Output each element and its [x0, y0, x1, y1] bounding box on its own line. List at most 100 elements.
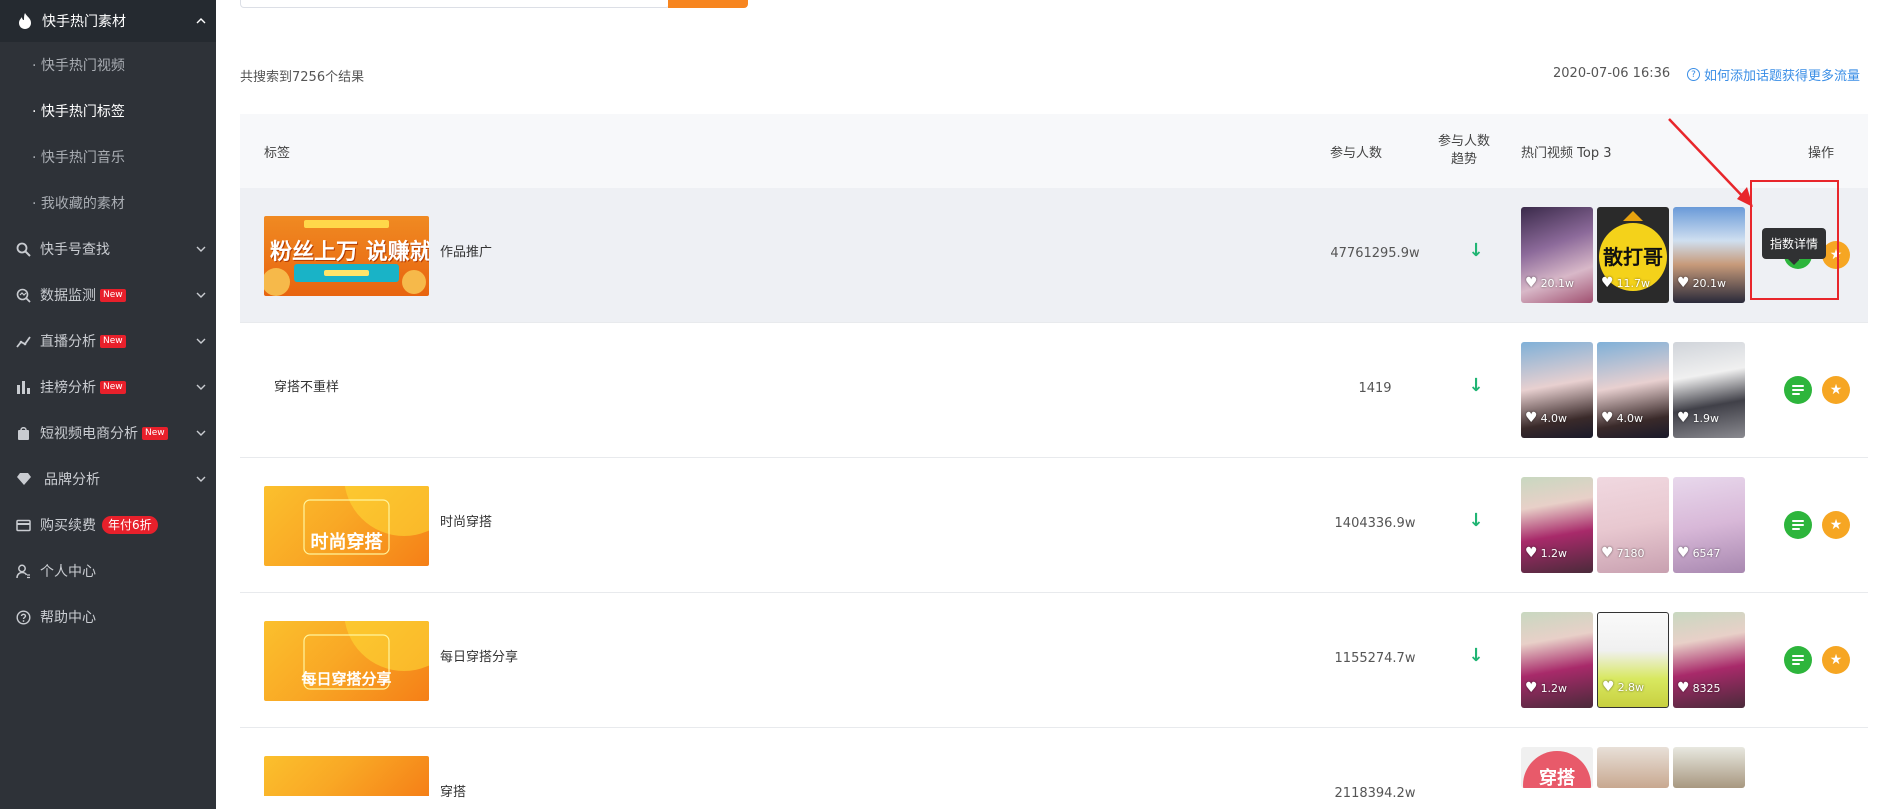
heart-icon: ♥ [1525, 545, 1538, 561]
nav-account-search[interactable]: 快手号查找 [0, 226, 216, 272]
chevron-down-icon [196, 292, 206, 298]
nav-rank-analysis[interactable]: 挂榜分析 New [0, 364, 216, 410]
video-thumbnail[interactable]: ♥ 20.1w [1521, 207, 1593, 303]
line-chart-icon [15, 333, 31, 349]
like-value: 20.1w [1540, 276, 1575, 290]
nav-help[interactable]: 帮助中心 [0, 594, 216, 640]
favorite-button[interactable]: ★ [1822, 511, 1850, 539]
video-thumbnail[interactable]: ♥ 4.0w [1521, 342, 1593, 438]
tag-cover-image [264, 756, 429, 796]
detail-button[interactable] [1784, 511, 1812, 539]
like-count: ♥ 1.9w [1677, 410, 1719, 426]
nav-live-analysis[interactable]: 直播分析 New [0, 318, 216, 364]
table-row[interactable]: 穿搭 2118394.2w 穿搭 [240, 728, 1868, 801]
cover-text: 每日穿搭分享 [301, 670, 392, 688]
heart-icon: ♥ [1525, 410, 1538, 426]
tag-cover-image: 每日穿搭分享 [264, 621, 429, 701]
top-videos: 穿搭 [1521, 747, 1745, 788]
heart-icon: ♥ [1601, 545, 1614, 561]
like-value: 8325 [1692, 681, 1721, 695]
video-title-text: 散打哥 [1603, 245, 1663, 269]
tag-name[interactable]: 时尚穿搭 [440, 511, 492, 530]
like-count: ♥ 7180 [1601, 545, 1645, 561]
table-row[interactable]: 时尚穿搭 时尚穿搭 1404336.9w ↓ ♥ 1.2w ♥ 7180 ♥ 6547 [240, 458, 1868, 593]
user-icon [15, 563, 31, 579]
bar-chart-icon [15, 379, 31, 395]
nav-data-monitor[interactable]: 数据监测 New [0, 272, 216, 318]
nav-brand-analysis[interactable]: 品牌分析 [0, 456, 216, 502]
diamond-icon [16, 471, 32, 487]
like-count: ♥ 1.2w [1525, 545, 1567, 561]
update-time: 2020-07-06 16:36 [1553, 66, 1671, 81]
sidebar: 快手热门素材 · 快手热门视频 · 快手热门标签 · 快手热门音乐 · 我收藏的… [0, 0, 216, 809]
video-thumbnail[interactable]: 穿搭 [1521, 747, 1593, 788]
heart-icon: ♥ [1677, 545, 1690, 561]
video-thumbnail[interactable]: ♥ 2.8w [1597, 612, 1669, 708]
tag-name[interactable]: 穿搭不重样 [274, 376, 339, 395]
question-icon: ? [1687, 68, 1700, 81]
video-thumbnail[interactable]: ♥ 4.0w [1597, 342, 1669, 438]
nav-sub-favorites[interactable]: · 我收藏的素材 [0, 180, 216, 226]
nav-label: 直播分析 [40, 334, 96, 350]
search-button[interactable] [668, 0, 748, 8]
nav-label: 品牌分析 [44, 472, 100, 488]
new-badge: New [100, 380, 126, 394]
table-row[interactable]: 每日穿搭分享 每日穿搭分享 1155274.7w ↓ ♥ 1.2w ♥ 2.8w ♥… [240, 593, 1868, 728]
tag-table: 标签 参与人数 参与人数 趋势 热门视频 Top 3 操作 粉丝上万 说赚就 作… [240, 114, 1868, 801]
help-link[interactable]: ? 如何添加话题获得更多流量 [1687, 65, 1860, 84]
new-badge: New [142, 426, 168, 440]
table-header: 标签 参与人数 参与人数 趋势 热门视频 Top 3 操作 [240, 114, 1868, 188]
tag-name[interactable]: 穿搭 [440, 781, 466, 800]
nav-label: 快手号查找 [40, 242, 110, 258]
video-thumbnail[interactable] [1597, 747, 1669, 788]
tag-name[interactable]: 每日穿搭分享 [440, 646, 518, 665]
nav-sub-hot-video[interactable]: · 快手热门视频 [0, 42, 216, 88]
chevron-down-icon [196, 246, 206, 252]
col-trend: 参与人数 趋势 [1438, 133, 1490, 169]
star-icon: ★ [1829, 652, 1843, 668]
like-value: 6547 [1692, 546, 1721, 560]
video-thumbnail[interactable]: ♥ 7180 [1597, 477, 1669, 573]
like-value: 1.9w [1692, 411, 1720, 425]
participants-value: 1404336.9w [1334, 516, 1416, 531]
trend-down-icon: ↓ [1468, 240, 1484, 261]
favorite-button[interactable]: ★ [1822, 646, 1850, 674]
top-videos: ♥ 1.2w ♥ 2.8w ♥ 8325 [1521, 612, 1745, 708]
heart-icon: ♥ [1525, 275, 1538, 291]
nav-profile[interactable]: 个人中心 [0, 548, 216, 594]
tag-name[interactable]: 作品推广 [440, 241, 492, 260]
detail-button[interactable] [1784, 376, 1812, 404]
video-thumbnail[interactable]: ♥ 20.1w [1673, 207, 1745, 303]
table-row[interactable]: 穿搭不重样 1419 ↓ ♥ 4.0w ♥ 4.0w ♥ 1.9w ★ [240, 323, 1868, 458]
like-count: ♥ 20.1w [1677, 275, 1726, 291]
monitor-icon [15, 287, 31, 303]
col-tag: 标签 [264, 145, 291, 161]
video-thumbnail[interactable] [1673, 747, 1745, 788]
nav-label: 短视频电商分析 [40, 426, 138, 442]
star-icon: ★ [1829, 382, 1843, 398]
video-thumbnail[interactable]: 散打哥 ♥ 11.7w [1597, 207, 1669, 303]
like-value: 20.1w [1692, 276, 1727, 290]
heart-icon: ♥ [1677, 275, 1690, 291]
video-thumbnail[interactable]: ♥ 1.9w [1673, 342, 1745, 438]
col-trend-line1: 参与人数 [1438, 134, 1491, 149]
video-thumbnail[interactable]: ♥ 1.2w [1521, 477, 1593, 573]
video-thumbnail[interactable]: ♥ 1.2w [1521, 612, 1593, 708]
nav-sub-hot-music[interactable]: · 快手热门音乐 [0, 134, 216, 180]
nav-purchase[interactable]: 购买续费 年付6折 [0, 502, 216, 548]
video-title-text: 穿搭 [1539, 768, 1575, 788]
search-input[interactable] [240, 0, 670, 8]
nav-ecommerce-analysis[interactable]: 短视频电商分析 New [0, 410, 216, 456]
video-thumbnail[interactable]: ♥ 6547 [1673, 477, 1745, 573]
favorite-button[interactable]: ★ [1822, 376, 1850, 404]
heart-icon: ♥ [1601, 410, 1614, 426]
col-participants: 参与人数 [1330, 145, 1383, 161]
like-value: 1.2w [1540, 546, 1568, 560]
nav-sub-hot-tag[interactable]: · 快手热门标签 [0, 88, 216, 134]
annotation-highlight-box [1750, 180, 1839, 300]
nav-kuaishou-hot-material[interactable]: 快手热门素材 [0, 0, 216, 42]
detail-button[interactable] [1784, 646, 1812, 674]
video-thumbnail[interactable]: ♥ 8325 [1673, 612, 1745, 708]
participants-value: 1155274.7w [1334, 651, 1416, 666]
table-row[interactable]: 粉丝上万 说赚就赚 作品推广 47761295.9w ↓ ♥20.1w 散打哥 … [240, 188, 1868, 323]
